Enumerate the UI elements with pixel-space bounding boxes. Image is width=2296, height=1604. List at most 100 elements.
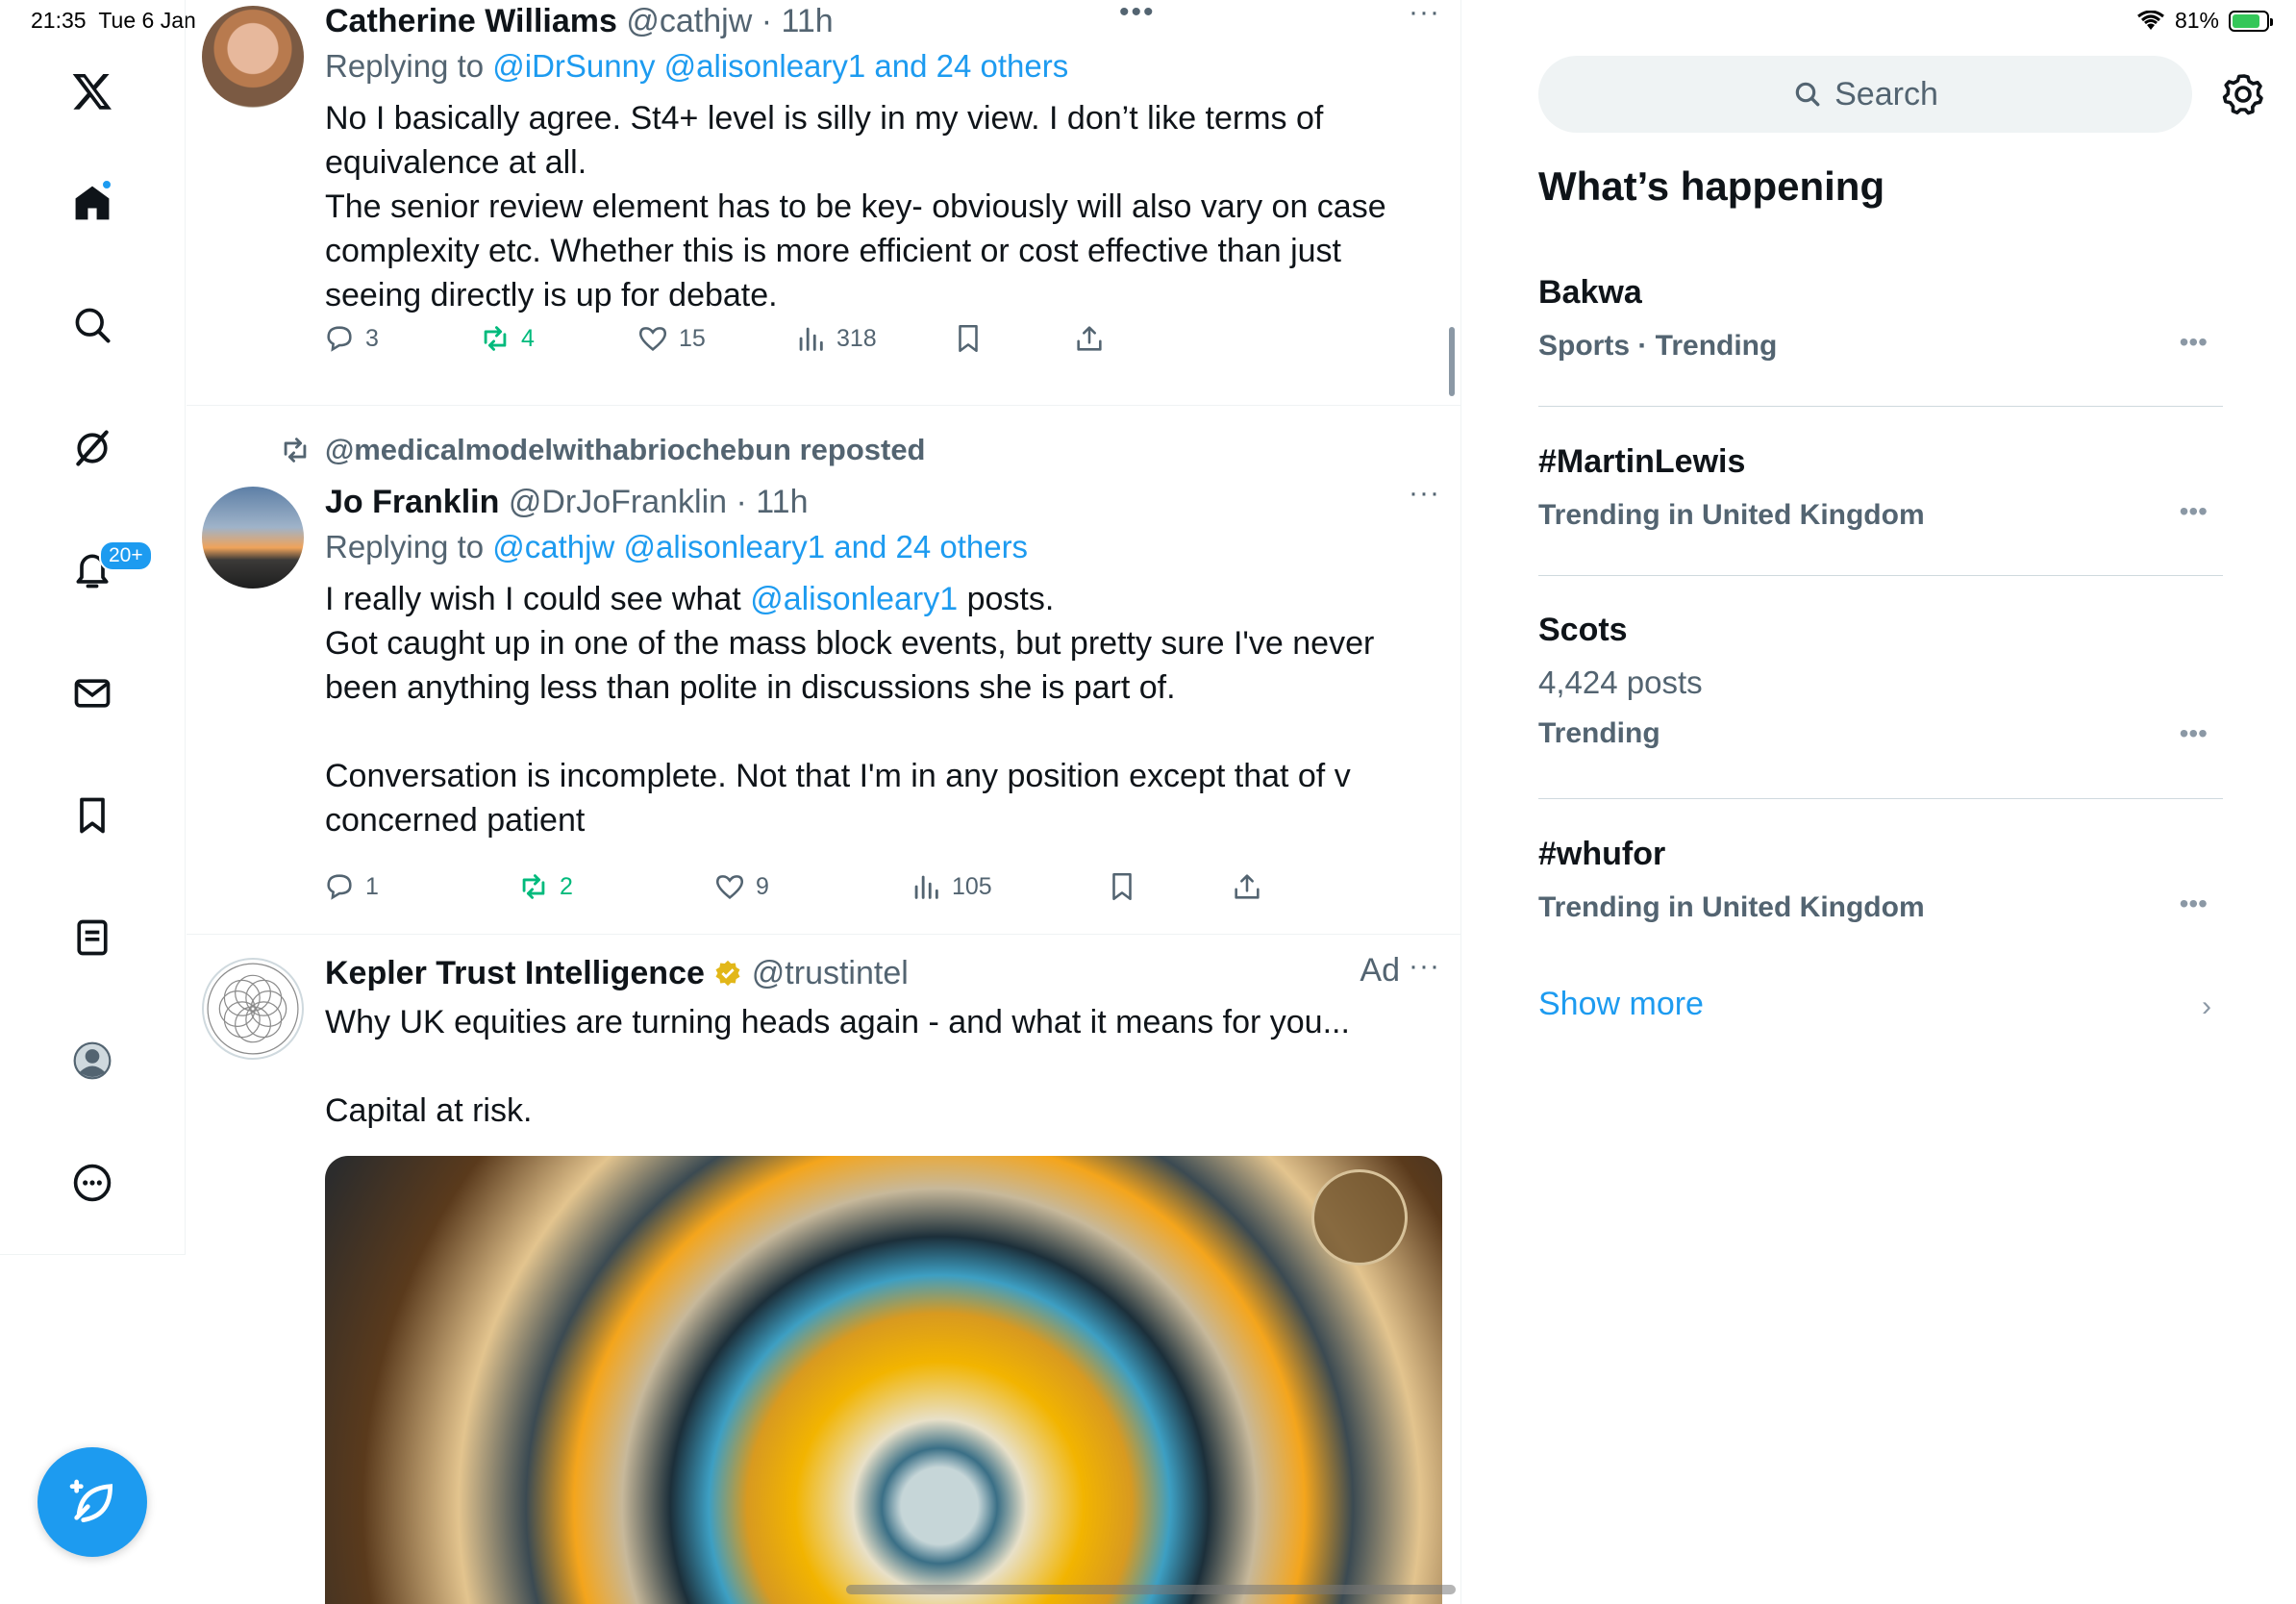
more-options-icon[interactable] <box>61 1151 124 1215</box>
reply-button[interactable]: 1 <box>323 870 379 903</box>
repost-count: 4 <box>521 324 535 352</box>
trend-more-icon[interactable]: ••• <box>2180 889 2208 919</box>
sidebar-nav: 20+ <box>0 0 186 1255</box>
trend-item[interactable]: #MartinLewis Trending in United Kingdom … <box>1538 439 2223 576</box>
right-sidebar: Search What’s happening Bakwa Sports · T… <box>1461 0 2296 1604</box>
views-count: 105 <box>952 872 992 900</box>
reposted-by: @medicalmodelwithabriochebun reposted <box>279 433 926 467</box>
trend-more-icon[interactable]: ••• <box>2180 327 2208 358</box>
mention-link[interactable]: @alisonleary1 <box>750 581 958 617</box>
tweet-time: · 11h <box>761 3 834 39</box>
replying-to-link[interactable]: @iDrSunny @alisonleary1 and 24 others <box>492 48 1068 84</box>
tweet-catherine-williams[interactable]: ••• ··· Catherine Williams @cathjw · 11h… <box>187 0 1460 406</box>
author-name[interactable]: Kepler Trust Intelligence <box>325 955 705 991</box>
tweet-header: Kepler Trust Intelligence @trustintel <box>325 952 1442 994</box>
notifications-bell-icon[interactable]: 20+ <box>61 539 153 602</box>
explore-search-icon[interactable] <box>61 293 124 357</box>
compose-post-button[interactable] <box>37 1447 147 1557</box>
author-handle[interactable]: @trustintel <box>752 955 909 991</box>
views-button[interactable]: 105 <box>910 870 992 903</box>
trend-more-icon[interactable]: ••• <box>2180 718 2208 749</box>
trend-item[interactable]: Bakwa Sports · Trending ••• <box>1538 269 2223 407</box>
avatar[interactable] <box>202 487 304 589</box>
show-more-link[interactable]: Show more <box>1538 986 1704 1023</box>
tweet-paragraph: Capital at risk. <box>325 1092 533 1129</box>
trend-meta: Trending in United Kingdom <box>1538 891 1925 923</box>
feed-scrollbar[interactable] <box>1449 327 1455 396</box>
ad-media-image[interactable] <box>325 1156 1442 1604</box>
author-handle[interactable]: @cathjw <box>626 3 752 39</box>
tweet-jo-franklin[interactable]: @medicalmodelwithabriochebun reposted ··… <box>187 406 1460 935</box>
whats-happening-title: What’s happening <box>1538 163 1885 209</box>
avatar[interactable] <box>202 958 304 1060</box>
share-button[interactable] <box>1231 870 1263 903</box>
like-button[interactable]: 9 <box>713 870 769 903</box>
author-handle[interactable]: @DrJoFranklin <box>509 484 727 520</box>
home-indicator[interactable] <box>846 1585 1456 1594</box>
bookmark-button[interactable] <box>1106 870 1138 903</box>
kepler-logo-icon <box>207 963 299 1055</box>
views-chart-icon <box>799 327 823 351</box>
reply-icon <box>327 326 352 352</box>
compose-feather-icon <box>69 1479 113 1522</box>
heart-icon <box>638 327 667 351</box>
lists-icon[interactable] <box>61 906 124 969</box>
reposted-by-text[interactable]: @medicalmodelwithabriochebun reposted <box>325 433 926 467</box>
replying-to-prefix: Replying to <box>325 529 493 564</box>
views-button[interactable]: 318 <box>794 322 877 355</box>
like-button[interactable]: 15 <box>636 322 706 355</box>
share-icon <box>1235 874 1260 899</box>
grok-icon[interactable] <box>61 416 124 480</box>
tweet-time: · 11h <box>736 484 809 520</box>
tweet-paragraph: Conversation is incomplete. Not that I'm… <box>325 758 1351 839</box>
repost-icon <box>484 326 507 351</box>
heart-icon <box>715 875 744 899</box>
trend-meta: Trending <box>1538 717 1660 749</box>
tweet-header: Catherine Williams @cathjw · 11h <box>325 0 1442 42</box>
reply-button[interactable]: 3 <box>323 322 379 355</box>
text-segment: I really wish I could see what <box>325 581 751 617</box>
trend-meta: Trending in United Kingdom <box>1538 499 1925 531</box>
timeline-feed: ••• ··· Catherine Williams @cathjw · 11h… <box>187 0 1461 1604</box>
author-name[interactable]: Catherine Williams <box>325 3 617 39</box>
profile-avatar-icon[interactable] <box>61 1029 124 1092</box>
home-unread-dot <box>101 179 112 190</box>
replying-to-link[interactable]: @cathjw @alisonleary1 and 24 others <box>492 529 1028 564</box>
chevron-right-icon: › <box>2202 990 2211 1022</box>
search-box[interactable]: Search <box>1538 56 2192 133</box>
reply-count: 3 <box>365 324 379 352</box>
like-count: 9 <box>756 872 769 900</box>
repost-count: 2 <box>560 872 573 900</box>
repost-icon <box>522 874 545 899</box>
tweet-header: Jo Franklin @DrJoFranklin · 11h <box>325 481 1442 523</box>
share-icon <box>1077 326 1102 351</box>
notifications-badge: 20+ <box>99 540 153 571</box>
tweet-paragraph <box>325 1044 1442 1089</box>
repost-button[interactable]: 2 <box>517 870 573 903</box>
replying-to-prefix: Replying to <box>325 48 493 84</box>
home-icon[interactable] <box>61 171 124 235</box>
author-name[interactable]: Jo Franklin <box>325 484 499 520</box>
reply-count: 1 <box>365 872 379 900</box>
bookmark-button[interactable] <box>952 322 985 355</box>
like-count: 15 <box>679 324 706 352</box>
trend-item[interactable]: Scots 4,424 posts Trending ••• <box>1538 607 2223 799</box>
trend-item[interactable]: #whufor Trending in United Kingdom ••• <box>1538 831 2223 968</box>
text-segment: posts. <box>958 581 1055 617</box>
avatar[interactable] <box>202 6 304 108</box>
repost-button[interactable]: 4 <box>479 322 535 355</box>
search-placeholder: Search <box>1834 75 1938 113</box>
share-button[interactable] <box>1073 322 1106 355</box>
x-logo-icon[interactable] <box>61 60 124 123</box>
kepler-logo-overlay <box>1311 1169 1408 1266</box>
views-count: 318 <box>836 324 877 352</box>
tweet-paragraph <box>325 710 1442 754</box>
views-chart-icon <box>914 875 938 899</box>
tweet-ad-kepler[interactable]: Ad ··· Kepler Trust Intelligence @trusti… <box>187 935 1460 1604</box>
trend-more-icon[interactable]: ••• <box>2180 496 2208 527</box>
bookmarks-icon[interactable] <box>61 784 124 847</box>
settings-gear-icon[interactable] <box>2221 71 2267 117</box>
bookmark-icon <box>1112 872 1132 901</box>
messages-envelope-icon[interactable] <box>61 662 124 725</box>
tweet-paragraph: No I basically agree. St4+ level is sill… <box>325 100 1324 181</box>
